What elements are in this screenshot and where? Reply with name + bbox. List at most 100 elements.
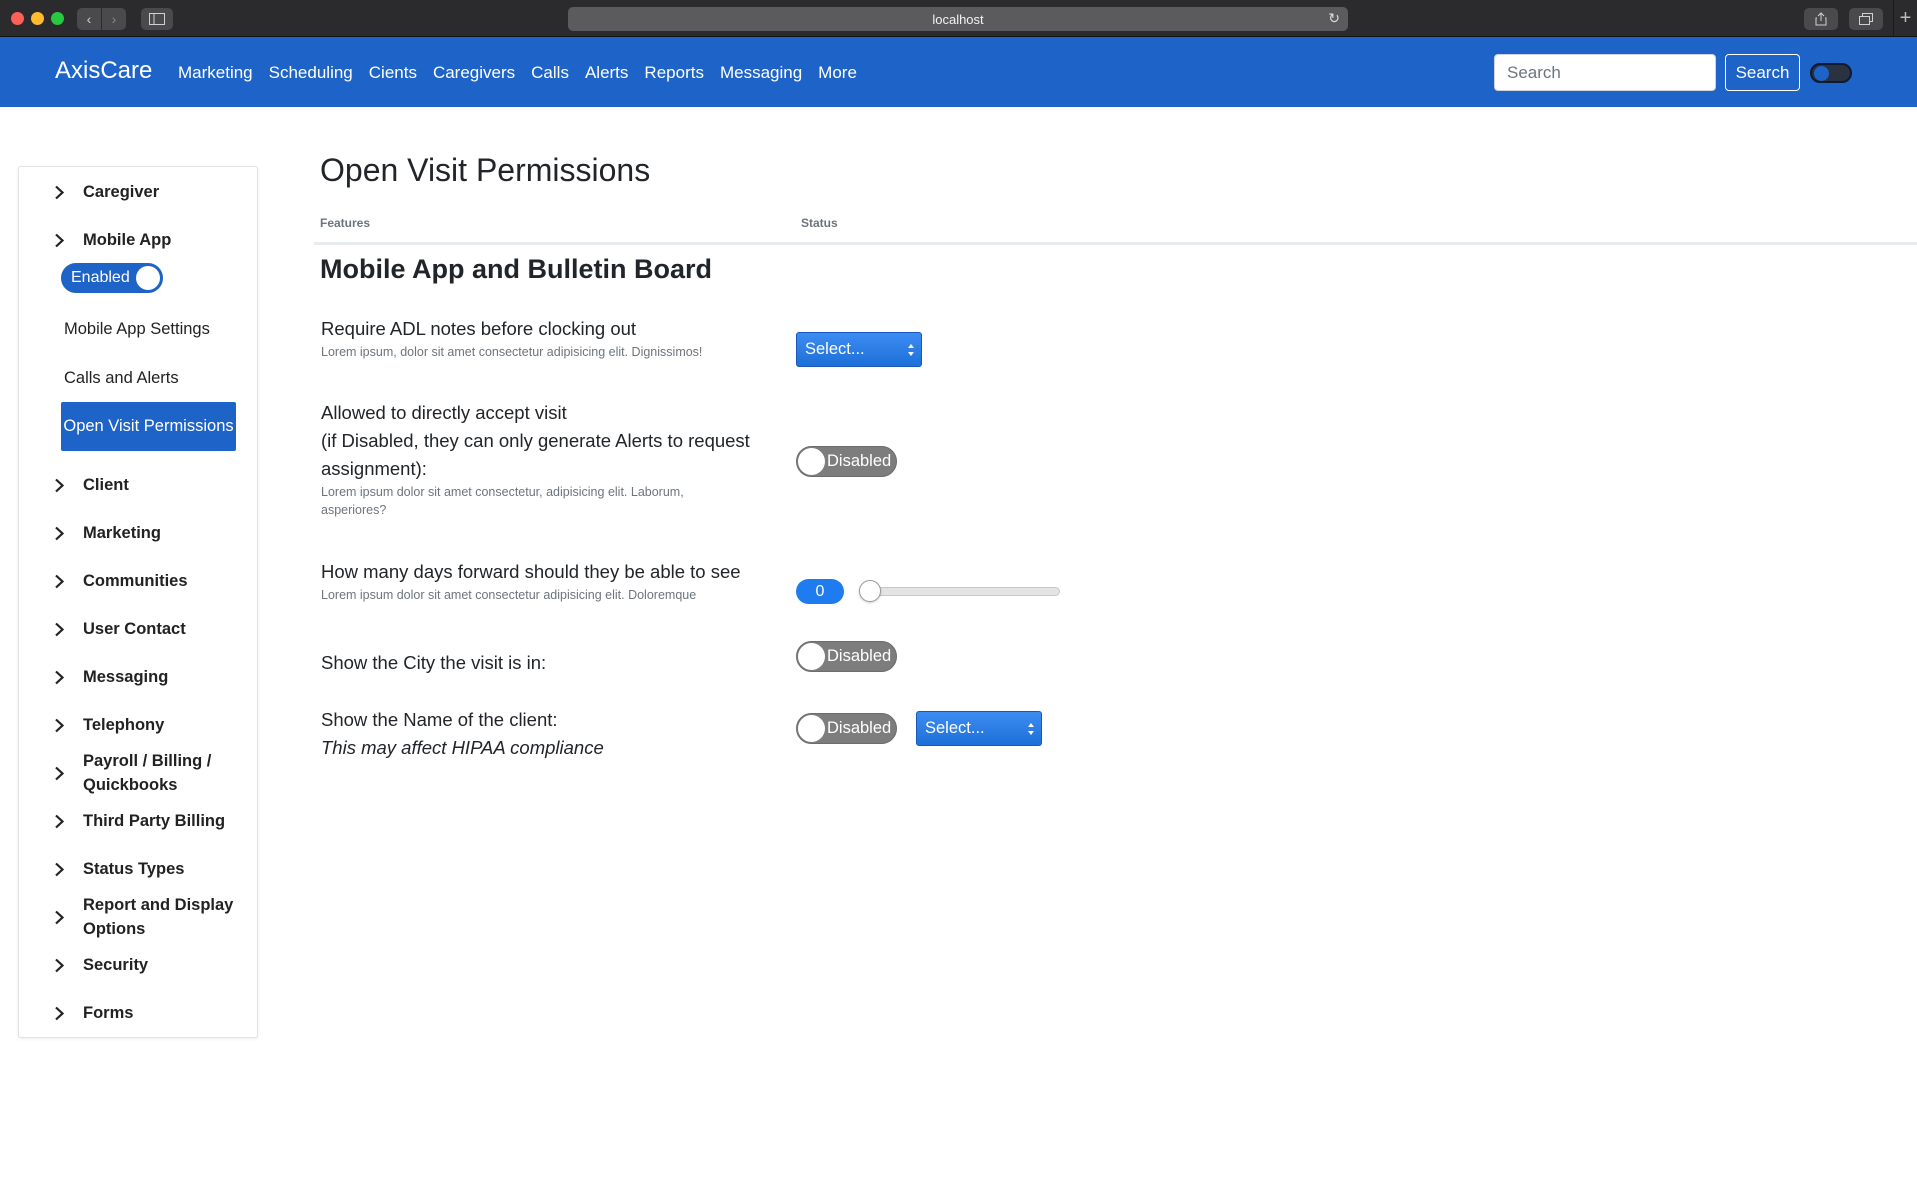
toggle-label: Enabled (71, 269, 130, 286)
toggle-label: Disabled (827, 719, 892, 737)
show-client-name-toggle[interactable]: Disabled (796, 713, 897, 744)
minimize-window-button[interactable] (31, 12, 44, 25)
chevron-right-icon (49, 958, 69, 973)
toggle-label: Disabled (827, 647, 892, 665)
browser-chrome: ‹ › localhost ↻ + (0, 0, 1917, 37)
address-bar[interactable]: localhost ↻ (568, 7, 1348, 31)
nav-links: Marketing Scheduling Cients Caregivers C… (178, 63, 873, 83)
brand-logo[interactable]: AxisCare (55, 57, 152, 85)
close-window-button[interactable] (11, 12, 24, 25)
feature-label-accept-visit: Allowed to directly accept visit (if Dis… (321, 399, 781, 483)
sidebar-item-client[interactable]: Client (49, 473, 129, 497)
divider (314, 242, 1917, 245)
chevron-right-icon (49, 233, 69, 248)
show-city-toggle[interactable]: Disabled (796, 641, 897, 672)
toggle-knob (798, 715, 825, 742)
forward-icon[interactable]: › (102, 8, 126, 30)
chevron-right-icon (49, 910, 69, 925)
sidebar-item-label-line: Payroll / Billing / (83, 752, 212, 770)
sidebar-item-security[interactable]: Security (49, 953, 148, 977)
chevron-right-icon (49, 622, 69, 637)
column-header-features: Features (320, 216, 371, 230)
sidebar-item-label: Payroll / Billing / Quickbooks (83, 749, 211, 797)
nav-link-caregivers[interactable]: Caregivers (433, 63, 515, 83)
share-icon[interactable] (1804, 8, 1838, 30)
nav-link-alerts[interactable]: Alerts (585, 63, 628, 83)
chevron-right-icon (49, 185, 69, 200)
days-forward-slider-track[interactable] (863, 587, 1060, 596)
nav-link-marketing[interactable]: Marketing (178, 63, 253, 83)
chevron-right-icon (49, 862, 69, 877)
sidebar-item-status-types[interactable]: Status Types (49, 857, 184, 881)
sidebar-item-label: Telephony (83, 716, 165, 734)
feature-desc-line: Lorem ipsum dolor sit amet consectetur, … (321, 485, 684, 499)
sidebar-item-third-party-billing[interactable]: Third Party Billing (49, 809, 225, 833)
reload-icon[interactable]: ↻ (1328, 10, 1340, 27)
settings-sidebar: Caregiver Mobile App Enabled Mobile App … (18, 166, 258, 1038)
toggle-knob (136, 266, 160, 290)
toggle-knob (1814, 66, 1829, 81)
tabs-icon[interactable] (1849, 8, 1883, 30)
sidebar-item-messaging[interactable]: Messaging (49, 665, 168, 689)
sidebar-item-payroll-billing-quickbooks[interactable]: Payroll / Billing / Quickbooks (49, 749, 211, 797)
chevron-right-icon (49, 526, 69, 541)
sidebar-item-label: Messaging (83, 668, 169, 686)
sidebar-item-report-display-options[interactable]: Report and Display Options (49, 893, 233, 941)
sidebar-item-label: User Contact (83, 620, 186, 638)
sidebar-item-label: Client (83, 476, 129, 494)
sidebar-item-mobile-app[interactable]: Mobile App (49, 228, 171, 252)
sidebar-item-label: Caregiver (83, 183, 160, 201)
sidebar-item-label: Forms (83, 1004, 134, 1022)
sidebar-item-label: Report and Display Options (83, 893, 233, 941)
app-navbar: AxisCare Marketing Scheduling Cients Car… (0, 37, 1917, 107)
sidebar-icon[interactable] (141, 8, 173, 30)
chevron-right-icon (49, 718, 69, 733)
sidebar-subitem-calls-and-alerts[interactable]: Calls and Alerts (64, 369, 179, 388)
sidebar-item-communities[interactable]: Communities (49, 569, 188, 593)
days-forward-value-badge: 0 (796, 579, 844, 604)
chevron-right-icon (49, 814, 69, 829)
feature-desc-accept-visit: Lorem ipsum dolor sit amet consectetur, … (321, 483, 761, 519)
nav-link-clients[interactable]: Cients (369, 63, 417, 83)
chevron-right-icon (49, 670, 69, 685)
feature-label-show-city: Show the City the visit is in: (321, 652, 547, 673)
client-name-select[interactable]: Select... (916, 711, 1042, 746)
chevron-right-icon (49, 766, 69, 781)
sidebar-item-label-line: Report and Display (83, 896, 234, 914)
back-icon[interactable]: ‹ (77, 8, 101, 30)
nav-link-messaging[interactable]: Messaging (720, 63, 802, 83)
feature-label-line: assignment): (321, 458, 427, 479)
feature-label-line: (if Disabled, they can only generate Ale… (321, 430, 750, 451)
mobile-app-enabled-toggle[interactable]: Enabled (61, 263, 163, 293)
feature-desc-days-forward: Lorem ipsum dolor sit amet consectetur a… (321, 588, 697, 602)
sidebar-subitem-open-visit-permissions[interactable]: Open Visit Permissions (61, 402, 236, 451)
feature-desc-require-adl: Lorem ipsum, dolor sit amet consectetur … (321, 345, 703, 359)
sidebar-item-forms[interactable]: Forms (49, 1001, 133, 1025)
toggle-label: Disabled (827, 452, 892, 470)
search-button[interactable]: Search (1725, 54, 1800, 91)
nav-link-more[interactable]: More (818, 63, 857, 83)
sidebar-subitem-mobile-app-settings[interactable]: Mobile App Settings (64, 320, 210, 339)
toggle-knob (798, 448, 825, 475)
days-forward-slider-handle[interactable] (859, 580, 881, 602)
theme-toggle[interactable] (1810, 63, 1852, 83)
nav-link-reports[interactable]: Reports (644, 63, 704, 83)
nav-link-scheduling[interactable]: Scheduling (269, 63, 353, 83)
select-value: Select... (925, 719, 985, 737)
nav-link-calls[interactable]: Calls (531, 63, 569, 83)
sidebar-item-marketing[interactable]: Marketing (49, 521, 161, 545)
require-adl-select[interactable]: Select... (796, 332, 922, 367)
maximize-window-button[interactable] (51, 12, 64, 25)
sidebar-item-telephony[interactable]: Telephony (49, 713, 164, 737)
accept-visit-toggle[interactable]: Disabled (796, 446, 897, 477)
feature-label-days-forward: How many days forward should they be abl… (321, 561, 741, 582)
sidebar-item-caregiver[interactable]: Caregiver (49, 180, 159, 204)
feature-desc-line: asperiores? (321, 503, 387, 517)
new-tab-icon[interactable]: + (1893, 0, 1917, 37)
search-input[interactable] (1494, 54, 1716, 91)
chevron-right-icon (49, 574, 69, 589)
hipaa-compliance-note: This may affect HIPAA compliance (321, 737, 604, 758)
select-arrows-icon (1028, 723, 1034, 735)
url-text: localhost (932, 11, 984, 27)
sidebar-item-user-contact[interactable]: User Contact (49, 617, 186, 641)
